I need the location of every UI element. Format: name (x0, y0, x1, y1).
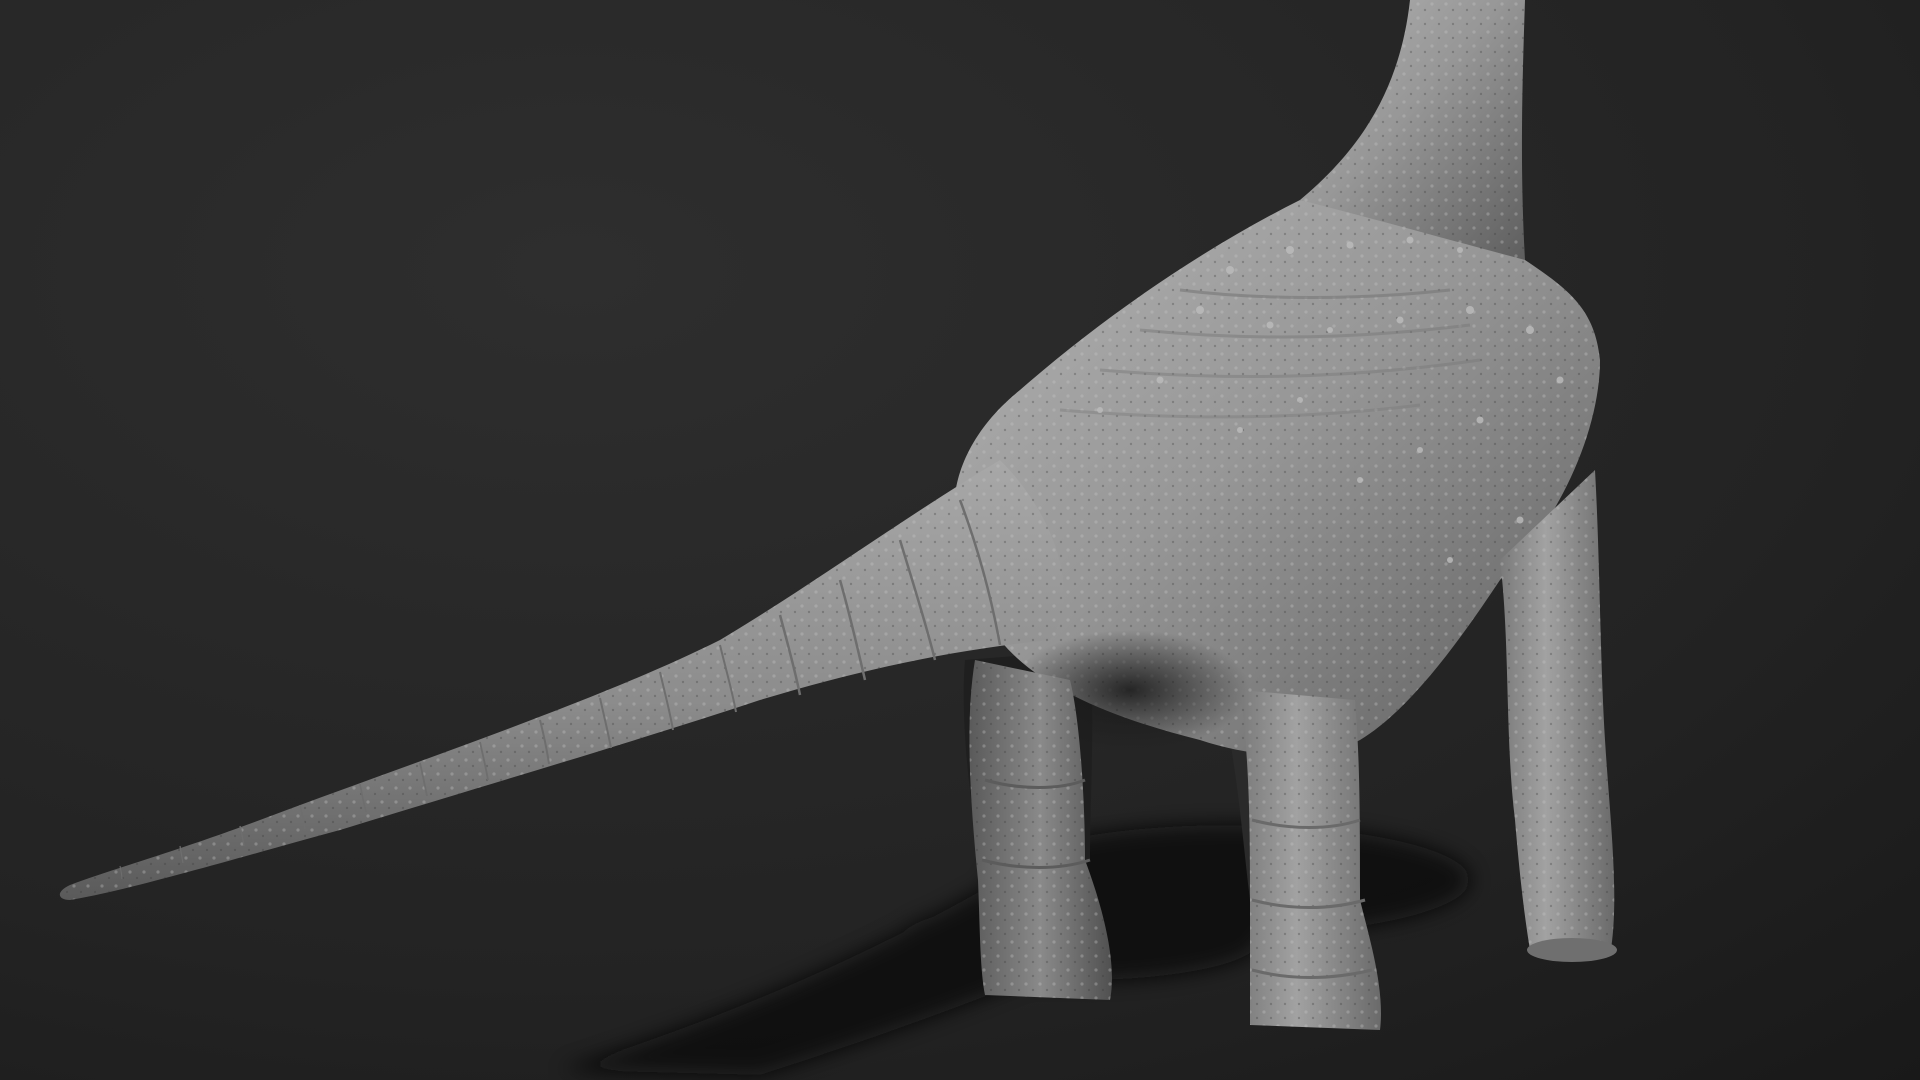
sculpt-render-canvas (0, 0, 1920, 1080)
render-viewport (0, 0, 1920, 1080)
